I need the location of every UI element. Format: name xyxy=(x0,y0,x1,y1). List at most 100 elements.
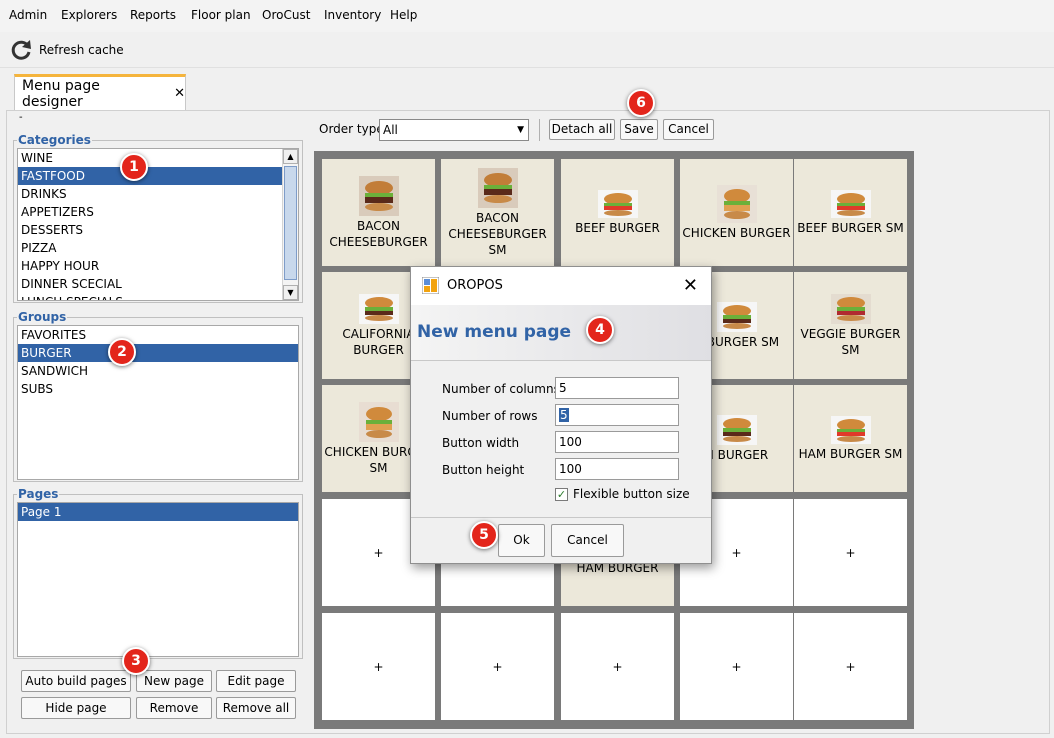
pages-list[interactable]: Page 1 xyxy=(17,502,299,657)
list-item[interactable]: SANDWICH xyxy=(18,362,298,380)
menu-item-label: BACON CHEESEBURGER SM xyxy=(448,210,547,257)
scroll-down-icon[interactable]: ▼ xyxy=(283,285,298,300)
burger-icon xyxy=(358,175,399,216)
menu-orocust[interactable]: OroCust xyxy=(262,8,310,22)
hide-page-button[interactable]: Hide page xyxy=(21,697,131,719)
tab-strip: Menu page designer ✕ xyxy=(0,68,1054,110)
remove-all-button[interactable]: Remove all xyxy=(216,697,296,719)
menu-item-label: BACON CHEESEBURGER xyxy=(329,218,428,249)
chevron-down-icon: ▼ xyxy=(517,125,524,135)
close-icon[interactable]: ✕ xyxy=(174,86,185,101)
toolbar-separator xyxy=(539,119,540,141)
burger-icon xyxy=(716,184,757,223)
annotation-marker: 6 xyxy=(627,89,655,117)
cancel-button[interactable]: Cancel xyxy=(663,119,714,140)
order-type-label: Order type xyxy=(319,122,384,136)
menu-floor-plan[interactable]: Floor plan xyxy=(191,8,251,22)
list-item[interactable]: SUBS xyxy=(18,380,298,398)
list-item[interactable]: PIZZA xyxy=(18,239,298,257)
detach-all-button[interactable]: Detach all xyxy=(549,119,615,140)
ok-button[interactable]: Ok xyxy=(498,524,545,557)
list-item[interactable]: APPETIZERS xyxy=(18,203,298,221)
burger-icon xyxy=(358,401,399,442)
flexible-size-label: Flexible button size xyxy=(573,487,690,501)
new-page-button[interactable]: New page xyxy=(136,670,212,692)
burger-icon xyxy=(716,301,757,332)
scroll-thumb[interactable] xyxy=(284,166,297,280)
menu-item-button[interactable]: BACON CHEESEBURGER SM xyxy=(441,159,554,266)
menu-help[interactable]: Help xyxy=(390,8,417,22)
menu-item-button[interactable]: BEEF BURGER SM xyxy=(794,159,907,266)
close-icon[interactable]: ✕ xyxy=(683,275,698,296)
menu-admin[interactable]: Admin xyxy=(9,8,47,22)
burger-icon xyxy=(477,167,518,208)
refresh-cache-label: Refresh cache xyxy=(39,43,124,57)
menu-item-button[interactable]: BEEF BURGER xyxy=(561,159,674,266)
menu-item-button[interactable]: BACON CHEESEBURGER xyxy=(322,159,435,266)
dialog-heading: New menu page xyxy=(417,322,572,342)
empty-slot-button[interactable]: + xyxy=(794,613,907,720)
burger-icon xyxy=(830,415,871,444)
list-item[interactable]: LUNCH SPECIALS xyxy=(18,293,298,300)
panel-dash: - xyxy=(19,112,23,123)
new-menu-page-dialog: OROPOS ✕ New menu page Number of columns… xyxy=(410,266,712,564)
menu-item-button[interactable]: HAM BURGER SM xyxy=(794,385,907,492)
empty-slot-button[interactable]: + xyxy=(680,613,793,720)
edit-page-button[interactable]: Edit page xyxy=(216,670,296,692)
list-item[interactable]: HAPPY HOUR xyxy=(18,257,298,275)
menu-inventory[interactable]: Inventory xyxy=(324,8,381,22)
groups-list[interactable]: FAVORITES BURGER SANDWICH SUBS xyxy=(17,325,299,480)
list-item[interactable]: WINE xyxy=(18,149,298,167)
tab-label: Menu page designer xyxy=(22,77,100,110)
categories-legend: Categories xyxy=(18,133,91,147)
list-item-selected[interactable]: BURGER xyxy=(18,344,298,362)
rows-field[interactable]: 5 xyxy=(555,404,679,426)
burger-icon xyxy=(597,189,638,218)
burger-icon xyxy=(358,293,399,324)
dialog-title: OROPOS xyxy=(447,278,503,293)
order-type-select[interactable]: All ▼ xyxy=(379,119,529,141)
dialog-header: New menu page xyxy=(411,305,711,361)
button-height-field[interactable]: 100 xyxy=(555,458,679,480)
menu-item-button[interactable]: VEGGIE BURGER SM xyxy=(794,272,907,379)
list-item[interactable]: DESSERTS xyxy=(18,221,298,239)
list-item[interactable]: DINNER SCECIAL xyxy=(18,275,298,293)
list-item-selected[interactable]: FASTFOOD xyxy=(18,167,298,185)
flexible-size-checkbox[interactable]: ✓ Flexible button size xyxy=(555,487,690,501)
list-item-selected[interactable]: Page 1 xyxy=(18,503,298,521)
empty-slot-button[interactable]: + xyxy=(441,613,554,720)
auto-build-pages-button[interactable]: Auto build pages xyxy=(21,670,131,692)
toolbar: Refresh cache xyxy=(0,32,1054,68)
columns-label: Number of columns xyxy=(442,382,560,396)
menu-item-label: H BURGER xyxy=(704,447,769,462)
order-type-value: All xyxy=(383,123,398,137)
rows-label: Number of rows xyxy=(442,409,538,423)
empty-slot-button[interactable]: + xyxy=(561,613,674,720)
menu-item-button[interactable]: CHICKEN BURGER xyxy=(680,159,793,266)
dialog-title-bar: OROPOS ✕ xyxy=(411,267,711,305)
button-width-field[interactable]: 100 xyxy=(555,431,679,453)
empty-slot-button[interactable]: + xyxy=(794,499,907,606)
menu-explorers[interactable]: Explorers xyxy=(61,8,117,22)
empty-slot-button[interactable]: + xyxy=(322,613,435,720)
menu-item-label: BEEF BURGER SM xyxy=(797,220,904,235)
groups-legend: Groups xyxy=(18,310,67,324)
button-height-label: Button height xyxy=(442,463,525,477)
refresh-icon xyxy=(11,40,31,60)
menu-bar: Admin Explorers Reports Floor plan OroCu… xyxy=(0,0,1054,32)
categories-list[interactable]: WINE FASTFOOD DRINKS APPETIZERS DESSERTS… xyxy=(17,148,299,301)
categories-scrollbar[interactable]: ▲ ▼ xyxy=(282,149,298,300)
scroll-up-icon[interactable]: ▲ xyxy=(283,149,298,164)
save-button[interactable]: Save xyxy=(620,119,658,140)
list-item[interactable]: DRINKS xyxy=(18,185,298,203)
columns-field[interactable]: 5 xyxy=(555,377,679,399)
remove-button[interactable]: Remove xyxy=(136,697,212,719)
dialog-cancel-button[interactable]: Cancel xyxy=(551,524,624,557)
burger-icon xyxy=(830,189,871,218)
refresh-cache-button[interactable]: Refresh cache xyxy=(9,38,124,62)
annotation-marker: 3 xyxy=(122,647,150,675)
checkmark-icon: ✓ xyxy=(555,487,568,501)
menu-reports[interactable]: Reports xyxy=(130,8,176,22)
tab-menu-page-designer[interactable]: Menu page designer ✕ xyxy=(14,74,186,110)
list-item[interactable]: FAVORITES xyxy=(18,326,298,344)
